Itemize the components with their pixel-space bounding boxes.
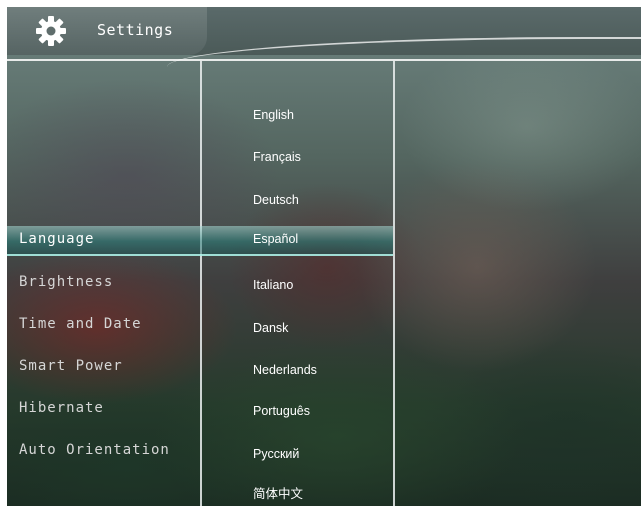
menu-item-auto-orientation[interactable]: Auto Orientation <box>19 437 170 463</box>
language-option-italiano[interactable]: Italiano <box>253 274 293 296</box>
gear-icon <box>36 16 66 46</box>
settings-screen: Settings Language Brightness Time and Da… <box>7 7 641 506</box>
header-curve <box>167 37 641 69</box>
menu-item-time-and-date[interactable]: Time and Date <box>19 311 142 337</box>
column-divider-right <box>393 61 395 506</box>
language-option-portugues[interactable]: Português <box>253 400 310 422</box>
language-option-nederlands[interactable]: Nederlands <box>253 359 317 381</box>
language-option-simplified-chinese[interactable]: 简体中文 <box>253 483 303 505</box>
header-divider <box>7 59 641 61</box>
language-option-dansk[interactable]: Dansk <box>253 317 288 339</box>
language-option-russian[interactable]: Русский <box>253 443 299 465</box>
page-title: Settings <box>97 21 174 39</box>
language-option-deutsch[interactable]: Deutsch <box>253 189 299 211</box>
header-bar: Settings <box>7 7 641 55</box>
menu-item-hibernate[interactable]: Hibernate <box>19 395 104 421</box>
menu-item-language[interactable]: Language <box>19 226 94 252</box>
menu-item-smart-power[interactable]: Smart Power <box>19 353 123 379</box>
language-option-francais[interactable]: Français <box>253 146 301 168</box>
column-divider-left <box>200 61 202 506</box>
menu-item-brightness[interactable]: Brightness <box>19 269 113 295</box>
language-option-espanol[interactable]: Español <box>253 228 298 250</box>
language-option-english[interactable]: English <box>253 104 294 126</box>
